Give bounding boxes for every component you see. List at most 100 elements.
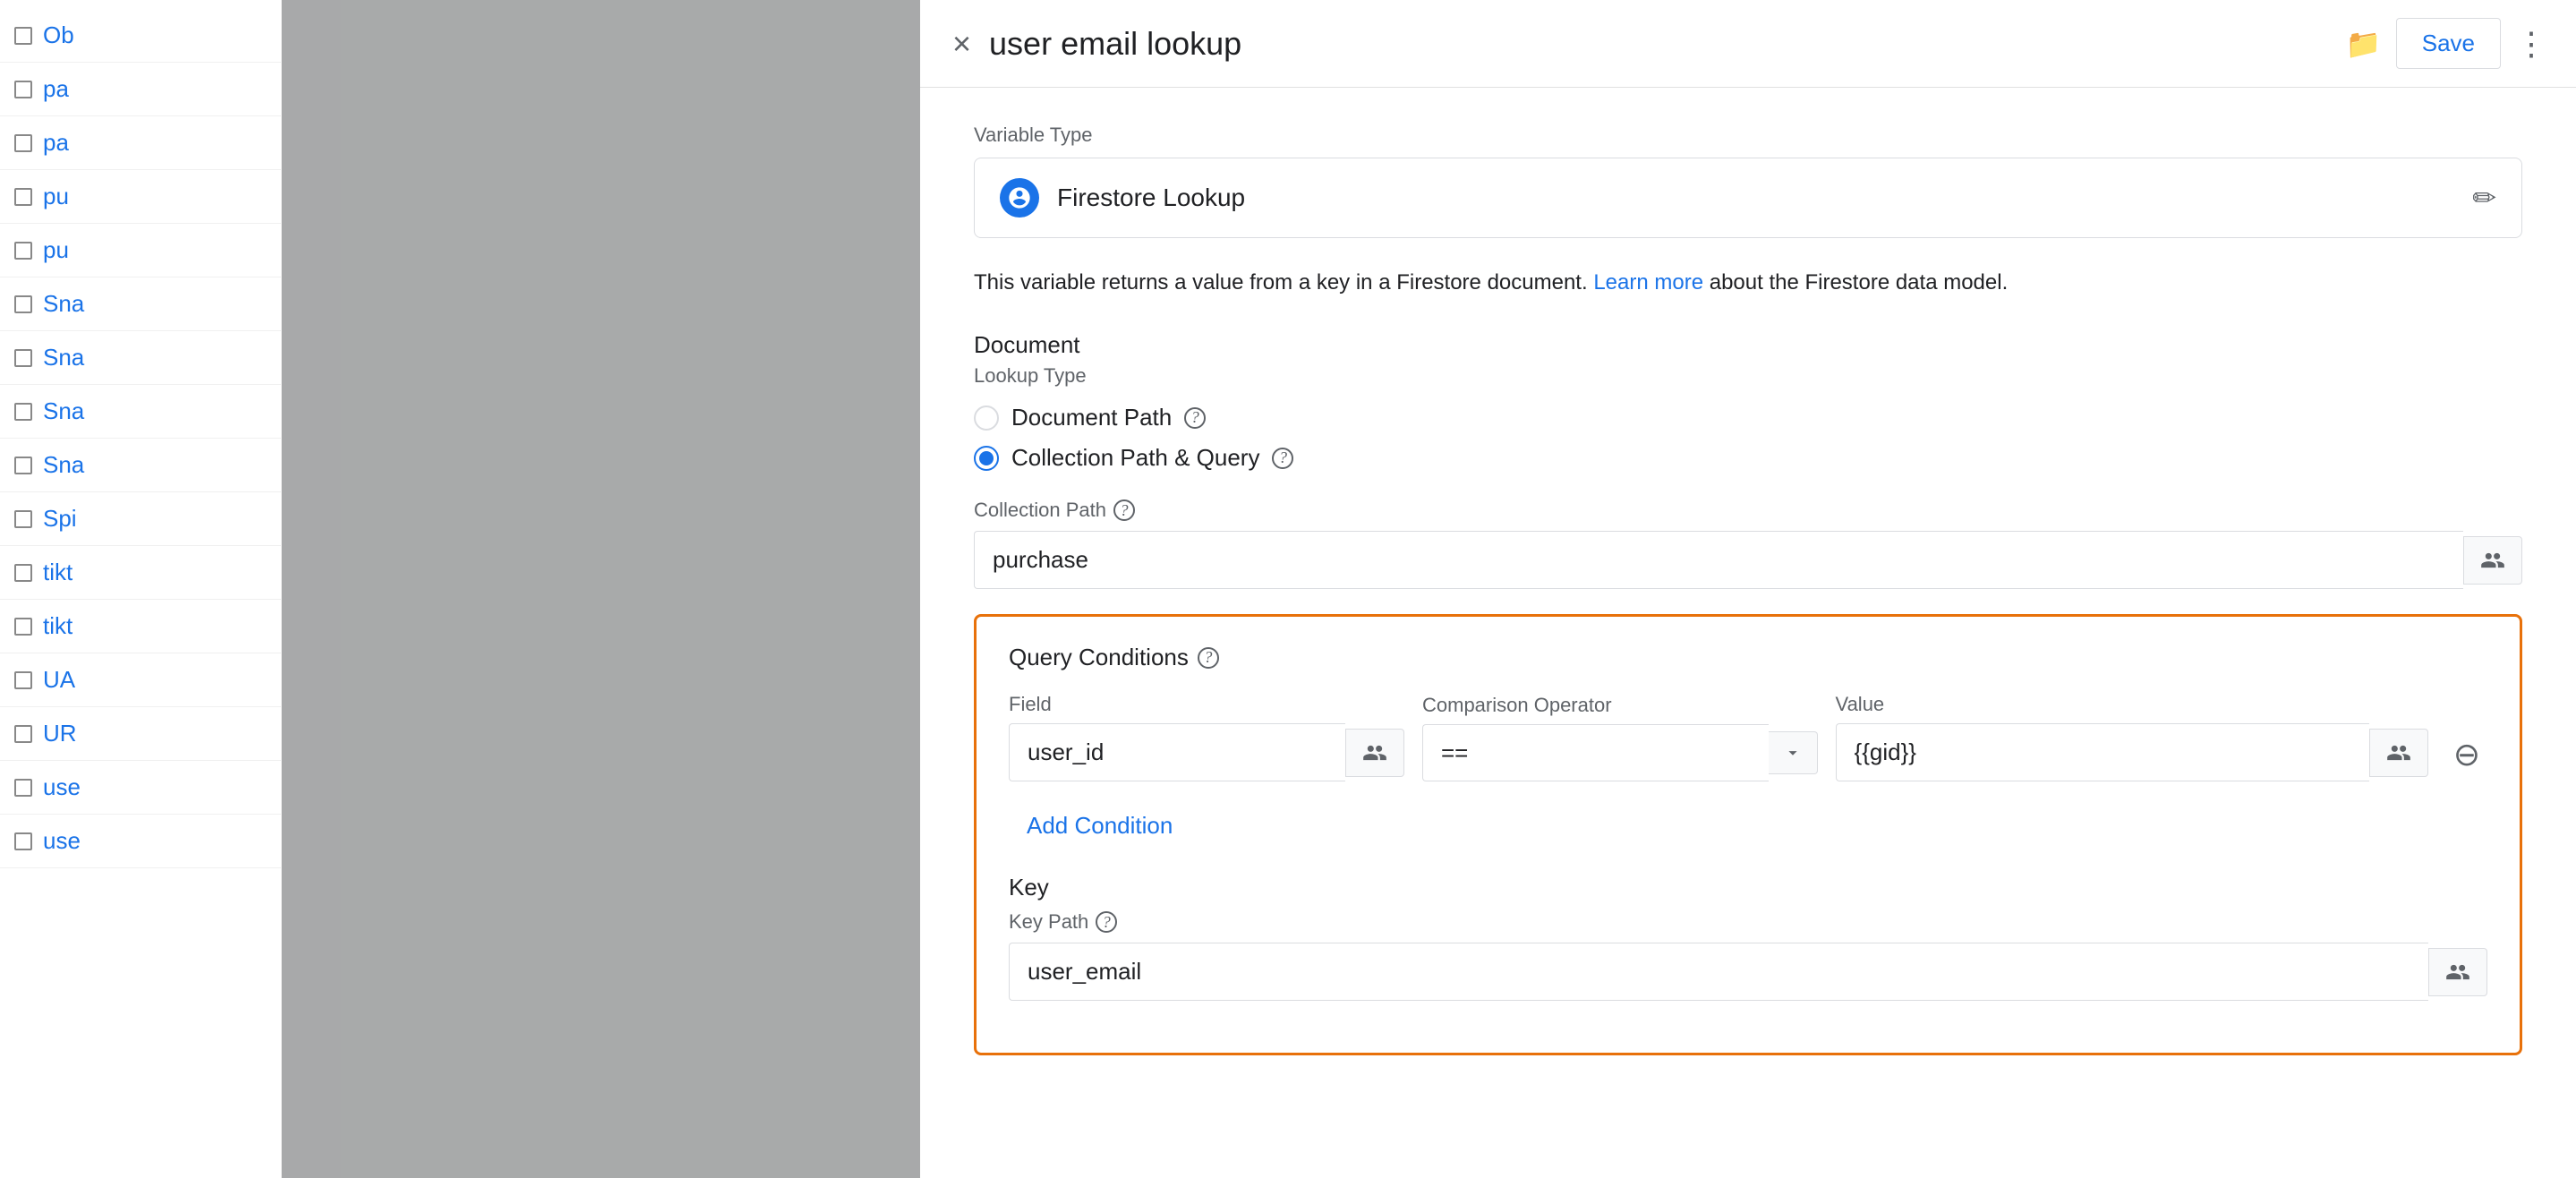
condition-field-variable-button[interactable]: [1345, 729, 1404, 777]
info-text: This variable returns a value from a key…: [974, 267, 2522, 299]
variable-type-label: Variable Type: [974, 124, 2522, 147]
radio-group-lookup-type: Document Path ? Collection Path & Query …: [974, 404, 2522, 472]
condition-value-variable-button[interactable]: [2369, 729, 2428, 777]
collection-path-input-row: [974, 531, 2522, 589]
condition-value-input[interactable]: [1836, 723, 2369, 781]
sidebar-label: Sna: [43, 451, 84, 479]
radio-option-document-path[interactable]: Document Path ?: [974, 404, 2522, 431]
list-item[interactable]: UA: [0, 653, 281, 707]
people-icon: [1362, 740, 1387, 765]
radio-option-collection-path[interactable]: Collection Path & Query ?: [974, 444, 2522, 472]
sidebar-label: tikt: [43, 612, 73, 640]
collection-path-input[interactable]: [974, 531, 2463, 589]
help-icon-query-conditions: ?: [1198, 647, 1219, 669]
list-item[interactable]: pu: [0, 224, 281, 277]
condition-value-col: Value: [1836, 693, 2428, 781]
key-path-variable-icon: [2445, 960, 2470, 985]
collection-path-section: Collection Path ?: [974, 499, 2522, 589]
sidebar-label: tikt: [43, 559, 73, 586]
list-item[interactable]: pa: [0, 116, 281, 170]
list-item[interactable]: UR: [0, 707, 281, 761]
checkbox[interactable]: [14, 403, 32, 421]
operator-select-row: == != < <= > >= array-contains in: [1422, 724, 1818, 781]
collection-path-variable-button[interactable]: [2463, 536, 2522, 585]
checkbox[interactable]: [14, 188, 32, 206]
help-icon-collection-path: ?: [1272, 448, 1293, 469]
chevron-down-icon: [1783, 743, 1803, 763]
modal-title: user email lookup: [989, 25, 2332, 63]
list-item[interactable]: Ob: [0, 9, 281, 63]
list-item[interactable]: use: [0, 815, 281, 868]
list-item[interactable]: Sna: [0, 385, 281, 439]
checkbox[interactable]: [14, 295, 32, 313]
checkbox[interactable]: [14, 671, 32, 689]
save-button[interactable]: Save: [2396, 18, 2501, 69]
checkbox[interactable]: [14, 510, 32, 528]
sidebar-label: pa: [43, 129, 69, 157]
remove-condition-button[interactable]: ⊖: [2446, 731, 2487, 778]
document-section-title: Document: [974, 331, 2522, 359]
list-item[interactable]: Sna: [0, 439, 281, 492]
learn-more-link[interactable]: Learn more: [1593, 270, 1703, 294]
checkbox[interactable]: [14, 81, 32, 98]
backdrop: × user email lookup 📁 Save ⋮ Variable Ty…: [282, 0, 2576, 1178]
sidebar-label: UR: [43, 720, 77, 747]
checkbox[interactable]: [14, 779, 32, 797]
list-item[interactable]: tikt: [0, 600, 281, 653]
close-button[interactable]: ×: [949, 24, 975, 64]
query-conditions-box: Query Conditions ? Field: [974, 614, 2522, 1055]
more-options-button[interactable]: ⋮: [2515, 25, 2547, 63]
value-input-row: [1836, 723, 2428, 781]
add-condition-button[interactable]: Add Condition: [1009, 799, 1190, 852]
list-item[interactable]: Spi: [0, 492, 281, 546]
sidebar: Ob pa pa pu pu Sna Sna Sna Sna Spi tikt: [0, 0, 282, 1178]
radio-label-collection-path: Collection Path & Query: [1011, 444, 1259, 472]
checkbox[interactable]: [14, 564, 32, 582]
key-path-variable-button[interactable]: [2428, 948, 2487, 996]
condition-field-input[interactable]: [1009, 723, 1345, 781]
condition-row: Field Comparison Operator: [1009, 693, 2487, 781]
checkbox[interactable]: [14, 832, 32, 850]
list-item[interactable]: pu: [0, 170, 281, 224]
field-col-label: Field: [1009, 693, 1404, 716]
sidebar-label: UA: [43, 666, 75, 694]
document-section: Document Lookup Type Document Path ?: [974, 331, 2522, 472]
radio-circle-collection-path: [974, 446, 999, 471]
lookup-type-card: Firestore Lookup ✏: [974, 158, 2522, 238]
operator-dropdown-arrow: [1769, 731, 1818, 774]
query-conditions-header: Query Conditions ?: [1009, 644, 2487, 671]
list-item[interactable]: tikt: [0, 546, 281, 600]
sidebar-label: Spi: [43, 505, 77, 533]
sidebar-label: use: [43, 827, 81, 855]
modal-body: Variable Type Firestore Lookup ✏ This va…: [920, 88, 2576, 1178]
collection-path-label: Collection Path ?: [974, 499, 2522, 522]
modal-panel: × user email lookup 📁 Save ⋮ Variable Ty…: [920, 0, 2576, 1178]
variable-icon: [2480, 548, 2505, 573]
key-path-label: Key Path ?: [1009, 910, 2487, 934]
lookup-edit-button[interactable]: ✏: [2472, 181, 2496, 215]
list-item[interactable]: Sna: [0, 331, 281, 385]
key-section: Key Key Path ?: [1009, 874, 2487, 1001]
list-item[interactable]: Sna: [0, 277, 281, 331]
checkbox[interactable]: [14, 457, 32, 474]
list-item[interactable]: use: [0, 761, 281, 815]
condition-operator-select[interactable]: == != < <= > >= array-contains in: [1422, 724, 1769, 781]
key-path-input-row: [1009, 943, 2487, 1001]
sidebar-label: Sna: [43, 290, 84, 318]
checkbox[interactable]: [14, 349, 32, 367]
list-item[interactable]: pa: [0, 63, 281, 116]
checkbox[interactable]: [14, 618, 32, 636]
key-section-title: Key: [1009, 874, 2487, 901]
lookup-type-name: Firestore Lookup: [1057, 184, 2454, 212]
help-icon-document-path: ?: [1184, 407, 1206, 429]
key-path-input[interactable]: [1009, 943, 2428, 1001]
lookup-type-section-label: Lookup Type: [974, 364, 2522, 388]
condition-operator-col: Comparison Operator == != < <= > >= arra…: [1422, 694, 1818, 781]
key-path-section: Key Path ?: [1009, 910, 2487, 1001]
sidebar-label: pu: [43, 236, 69, 264]
checkbox[interactable]: [14, 725, 32, 743]
checkbox[interactable]: [14, 242, 32, 260]
checkbox[interactable]: [14, 134, 32, 152]
radio-inner-collection-path: [979, 451, 994, 465]
checkbox[interactable]: [14, 27, 32, 45]
